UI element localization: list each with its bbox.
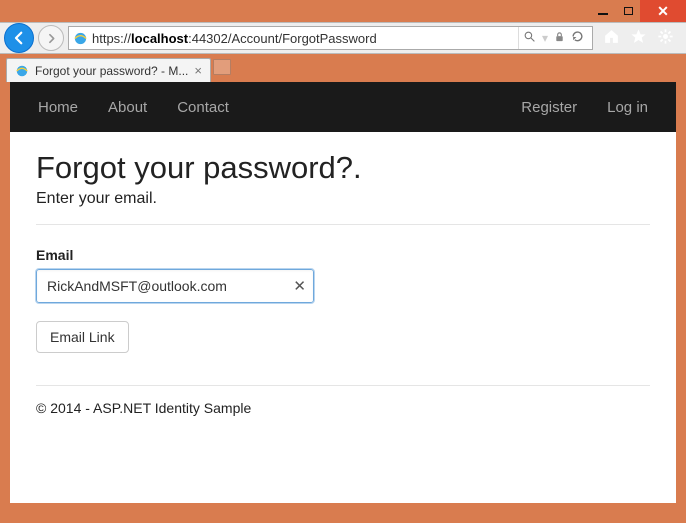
browser-tab[interactable]: Forgot your password? - M... ×	[6, 58, 211, 82]
nav-home[interactable]: Home	[38, 99, 78, 116]
input-clear-button[interactable]: ✕	[293, 277, 306, 295]
new-tab-button[interactable]	[213, 59, 231, 75]
nav-register[interactable]: Register	[521, 99, 577, 116]
site-navbar: Home About Contact Register Log in	[10, 82, 676, 132]
favorites-icon[interactable]	[630, 28, 647, 49]
window-maximize-button[interactable]	[616, 0, 640, 22]
refresh-icon[interactable]	[571, 30, 584, 46]
ie-logo-icon	[73, 31, 88, 46]
window-minimize-button[interactable]	[589, 0, 616, 22]
home-icon[interactable]	[603, 28, 620, 49]
nav-back-button[interactable]	[4, 23, 34, 53]
separator: ▾	[542, 31, 548, 45]
close-icon: ✕	[657, 3, 669, 20]
email-link-button[interactable]: Email Link	[36, 321, 129, 353]
maximize-icon	[624, 7, 633, 15]
nav-login[interactable]: Log in	[607, 99, 648, 116]
page-subtitle: Enter your email.	[36, 190, 650, 208]
footer-divider	[36, 385, 650, 386]
address-bar[interactable]: https://localhost:44302/Account/ForgotPa…	[68, 26, 593, 50]
url-text: https://localhost:44302/Account/ForgotPa…	[92, 31, 514, 46]
divider	[36, 224, 650, 225]
footer-text: © 2014 - ASP.NET Identity Sample	[36, 400, 650, 416]
email-input[interactable]	[36, 269, 314, 303]
email-label: Email	[36, 247, 650, 263]
search-icon[interactable]	[523, 30, 536, 46]
lock-icon[interactable]	[554, 31, 565, 46]
page-viewport: Home About Contact Register Log in Forgo…	[10, 82, 676, 503]
minimize-icon	[598, 13, 608, 15]
tab-title: Forgot your password? - M...	[35, 64, 188, 78]
arrow-left-icon	[10, 29, 28, 47]
tab-close-button[interactable]: ×	[194, 63, 202, 78]
window-close-button[interactable]: ✕	[640, 0, 686, 22]
page-title: Forgot your password?.	[36, 150, 650, 186]
arrow-right-icon	[45, 32, 58, 45]
nav-about[interactable]: About	[108, 99, 147, 116]
ie-logo-icon	[15, 64, 29, 78]
nav-contact[interactable]: Contact	[177, 99, 229, 116]
settings-icon[interactable]	[657, 28, 674, 49]
nav-forward-button[interactable]	[38, 25, 64, 51]
